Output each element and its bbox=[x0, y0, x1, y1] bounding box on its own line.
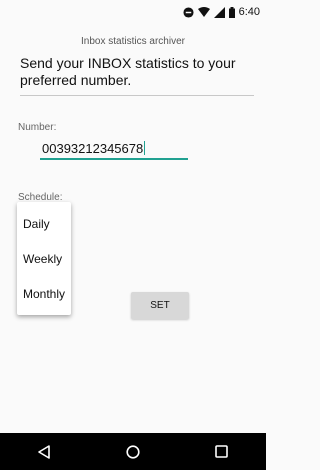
home-icon[interactable] bbox=[113, 433, 153, 470]
schedule-option-monthly[interactable]: Monthly bbox=[17, 276, 71, 311]
number-input[interactable]: 00393212345678 bbox=[40, 140, 188, 160]
signal-icon bbox=[213, 6, 225, 18]
app-title: Inbox statistics archiver bbox=[81, 36, 185, 47]
wifi-icon bbox=[197, 6, 210, 18]
number-input-value: 00393212345678 bbox=[42, 140, 144, 156]
do-not-disturb-icon bbox=[183, 6, 194, 18]
number-label: Number: bbox=[18, 122, 57, 133]
message-field[interactable]: Send your INBOX statistics to your prefe… bbox=[20, 55, 254, 96]
schedule-option-daily[interactable]: Daily bbox=[17, 206, 71, 241]
status-bar: 6:40 bbox=[0, 0, 266, 24]
text-cursor bbox=[144, 141, 146, 155]
back-icon[interactable] bbox=[24, 433, 64, 470]
navigation-bar bbox=[0, 433, 266, 470]
recents-icon[interactable] bbox=[202, 433, 242, 470]
schedule-dropdown-menu: Daily Weekly Monthly bbox=[17, 202, 71, 315]
set-button[interactable]: SET bbox=[131, 292, 189, 319]
status-time: 6:40 bbox=[238, 6, 260, 18]
battery-icon bbox=[228, 6, 235, 18]
schedule-option-weekly[interactable]: Weekly bbox=[17, 241, 71, 276]
